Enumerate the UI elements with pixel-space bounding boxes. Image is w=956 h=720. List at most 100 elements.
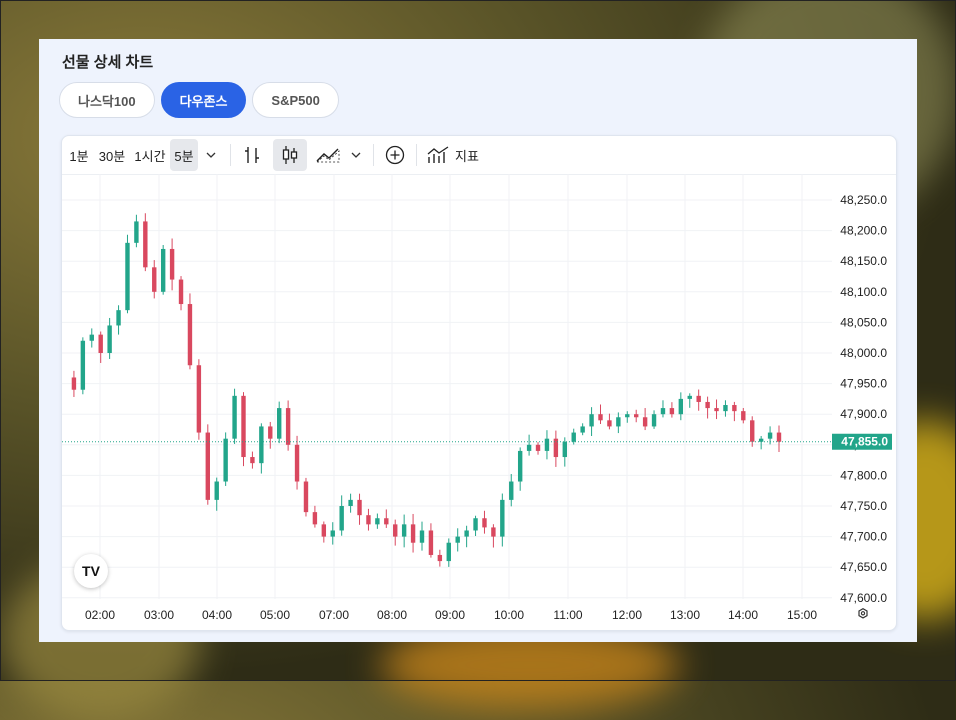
candle-body: [250, 457, 255, 464]
candle-body: [196, 365, 202, 433]
area-chart-icon: [316, 148, 340, 163]
candle-body: [80, 340, 86, 390]
candle-body: [107, 325, 112, 353]
settings-hex-icon: [858, 608, 868, 619]
candle-body: [642, 417, 648, 427]
current-price-label: 47,855.0: [841, 435, 888, 449]
y-tick-label: 47,950.0: [840, 377, 887, 391]
y-tick-label: 48,200.0: [840, 224, 887, 238]
interval-1m-button[interactable]: 1분: [64, 139, 94, 171]
x-tick-label: 02:00: [85, 608, 115, 622]
tab-dowjones[interactable]: 다우존스: [160, 82, 247, 118]
candle-body: [160, 248, 166, 292]
candle-body: [357, 499, 362, 516]
chart-type-dropdown-button[interactable]: [345, 139, 367, 171]
panel-title: 선물 상세 차트: [62, 54, 154, 71]
x-tick-label: 12:00: [612, 608, 642, 622]
tab-sp500[interactable]: S&P500: [252, 82, 339, 118]
time-axis: 02:00 03:00 04:00 05:00 07:00 08:00 09:00 10:00…: [85, 608, 817, 622]
x-tick-label: 04:00: [202, 608, 232, 622]
x-tick-label: 11:00: [553, 608, 582, 622]
candle-body: [428, 530, 434, 555]
candle-body: [339, 506, 344, 531]
candle-body: [482, 518, 487, 528]
y-tick-label: 48,100.0: [840, 285, 887, 299]
candle-body: [723, 405, 728, 412]
candle-body: [116, 310, 121, 326]
candle-body: [312, 512, 318, 525]
y-tick-label: 47,650.0: [840, 560, 887, 574]
candle-body: [705, 401, 710, 409]
candle-body: [152, 267, 157, 292]
index-tabs: 나스닥100 다우존스 S&P500: [59, 82, 339, 118]
candle-body: [634, 414, 639, 418]
candle-body: [125, 242, 130, 311]
candle-body: [89, 334, 94, 341]
chevron-down-icon: [206, 152, 216, 158]
x-tick-label: 07:00: [319, 608, 349, 622]
candle-body: [562, 441, 567, 458]
candlestick-chart-type-button[interactable]: [273, 139, 307, 171]
chart-grid: [62, 174, 832, 599]
toolbar-divider: [373, 144, 374, 166]
bar-chart-type-button[interactable]: [237, 139, 267, 171]
candle-body: [437, 554, 443, 562]
candle-body: [669, 408, 675, 415]
candle-body: [509, 481, 514, 500]
candle-body: [410, 524, 416, 543]
y-tick-label: 48,000.0: [840, 346, 887, 360]
price-axis: 48,250.0 48,200.0 48,150.0 48,100.0 48,050.0…: [840, 193, 887, 605]
candle-body: [678, 398, 684, 415]
interval-30m-button[interactable]: 30분: [94, 139, 130, 171]
candle-body: [214, 481, 219, 500]
candle-body: [750, 420, 755, 442]
compare-add-button[interactable]: [380, 139, 410, 171]
candle-body: [696, 395, 701, 402]
interval-5m-button[interactable]: 5분: [170, 139, 198, 171]
area-chart-type-button[interactable]: [311, 139, 345, 171]
add-circle-icon: [385, 145, 405, 165]
y-tick-label: 47,900.0: [840, 407, 887, 421]
interval-dropdown-button[interactable]: [198, 139, 224, 171]
candle-body: [616, 417, 621, 427]
candle-body: [303, 481, 309, 513]
candle-body: [71, 377, 77, 390]
x-tick-label: 05:00: [260, 608, 290, 622]
candle-body: [241, 395, 246, 458]
candle-body: [687, 395, 692, 399]
candle-body: [187, 304, 193, 366]
tab-nasdaq100[interactable]: 나스닥100: [59, 82, 155, 118]
indicators-button[interactable]: 지표: [423, 139, 483, 171]
indicators-label: 지표: [455, 148, 479, 164]
interval-1h-button[interactable]: 1시간: [130, 139, 170, 171]
candle-body: [660, 408, 666, 415]
chevron-down-icon: [351, 152, 361, 158]
settings-dot-icon: [860, 611, 866, 616]
candle-body: [268, 426, 273, 439]
candle-body: [464, 530, 469, 537]
candle-body: [473, 518, 478, 531]
tradingview-logo[interactable]: TV: [74, 554, 108, 588]
candle-body: [205, 432, 210, 500]
candle-body: [98, 334, 103, 353]
candlestick-chart[interactable]: 48,250.0 48,200.0 48,150.0 48,100.0 48,050.0…: [62, 174, 896, 630]
candle-body: [580, 426, 585, 433]
candle-body: [330, 530, 335, 537]
candle-body: [714, 408, 719, 412]
candle-body: [741, 411, 746, 421]
candle-body: [446, 542, 451, 562]
y-tick-label: 47,800.0: [840, 468, 887, 482]
indicator-icon: [427, 146, 449, 163]
candle-body: [500, 499, 505, 537]
chart-settings-button[interactable]: [858, 608, 868, 619]
candle-body: [767, 432, 773, 439]
candles-layer: [71, 213, 782, 567]
candle-body: [375, 518, 380, 525]
candle-body: [544, 438, 550, 451]
toolbar-divider: [416, 144, 417, 166]
candle-body: [259, 426, 264, 464]
candle-body: [134, 221, 139, 243]
y-tick-label: 48,050.0: [840, 315, 887, 329]
candle-body: [571, 432, 576, 442]
toolbar-divider: [230, 144, 231, 166]
